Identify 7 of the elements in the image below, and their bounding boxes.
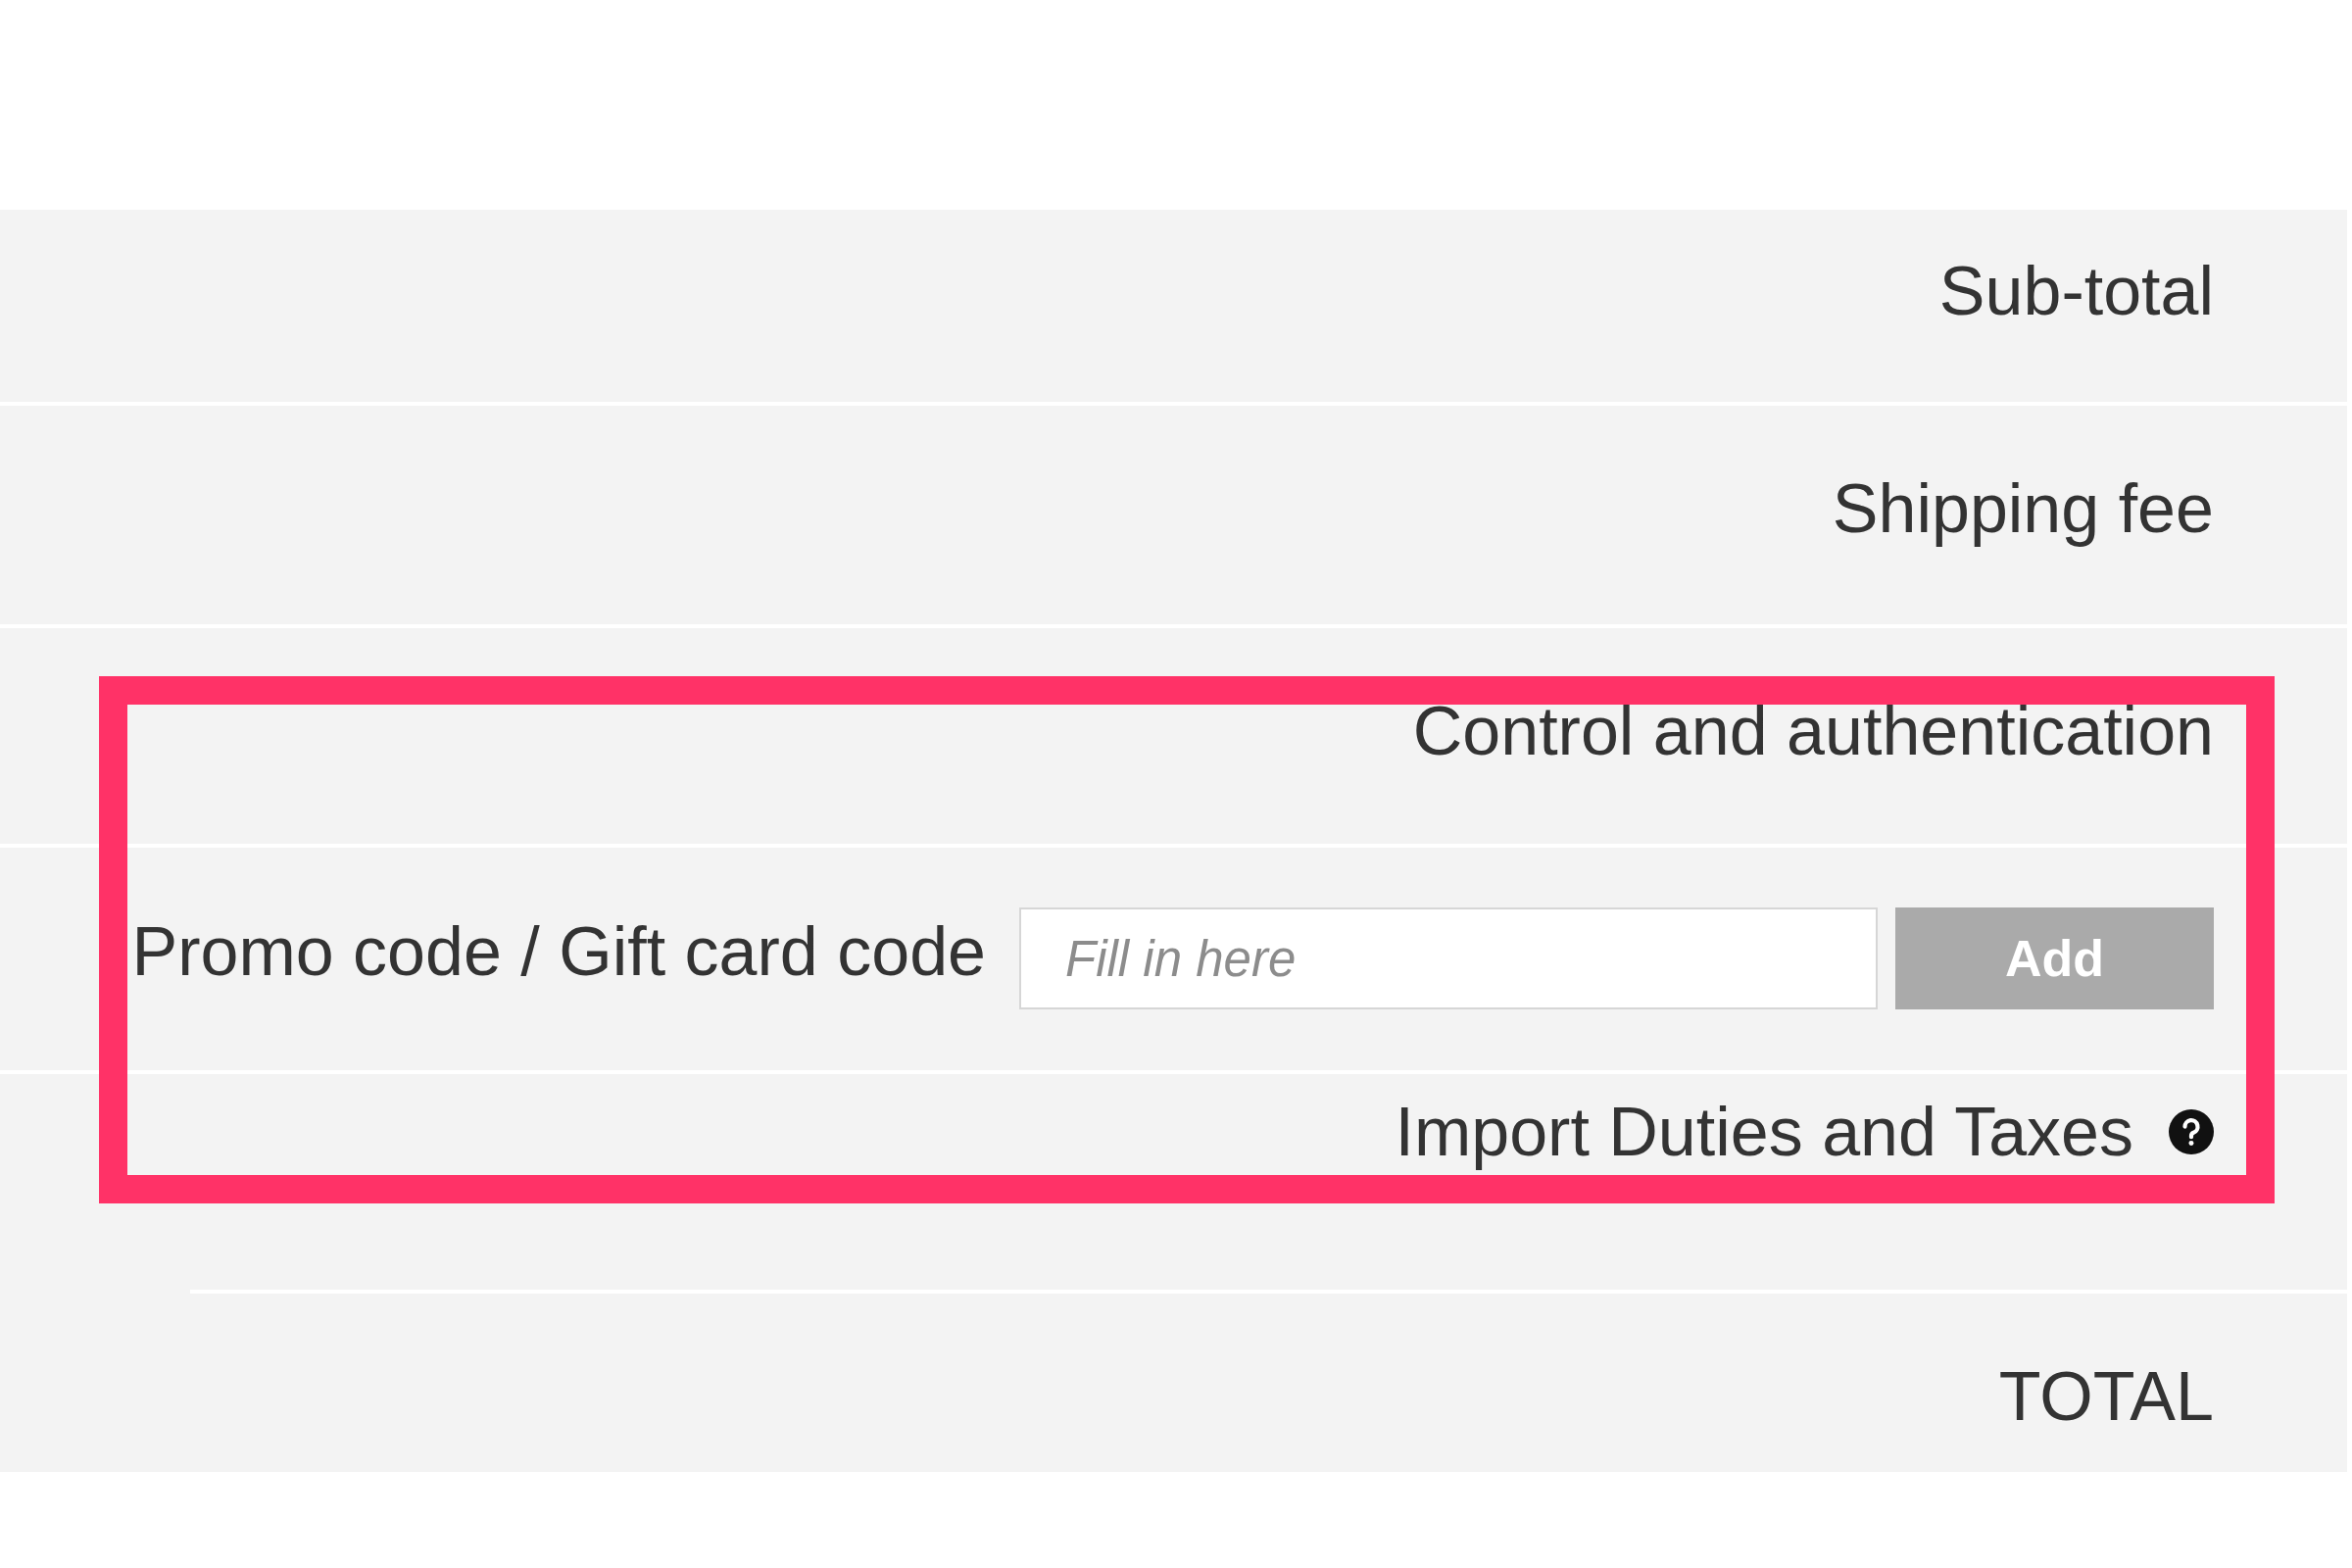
total-label: TOTAL bbox=[1998, 1362, 2214, 1431]
add-button[interactable]: Add bbox=[1895, 907, 2214, 1009]
help-icon[interactable] bbox=[2169, 1109, 2214, 1154]
promo-label: Promo code / Gift card code bbox=[131, 917, 986, 986]
summary-label: Control and authentication bbox=[1412, 697, 2214, 765]
summary-label: Sub-total bbox=[1938, 257, 2214, 325]
promo-code-input[interactable]: Fill in here bbox=[1019, 907, 1878, 1009]
